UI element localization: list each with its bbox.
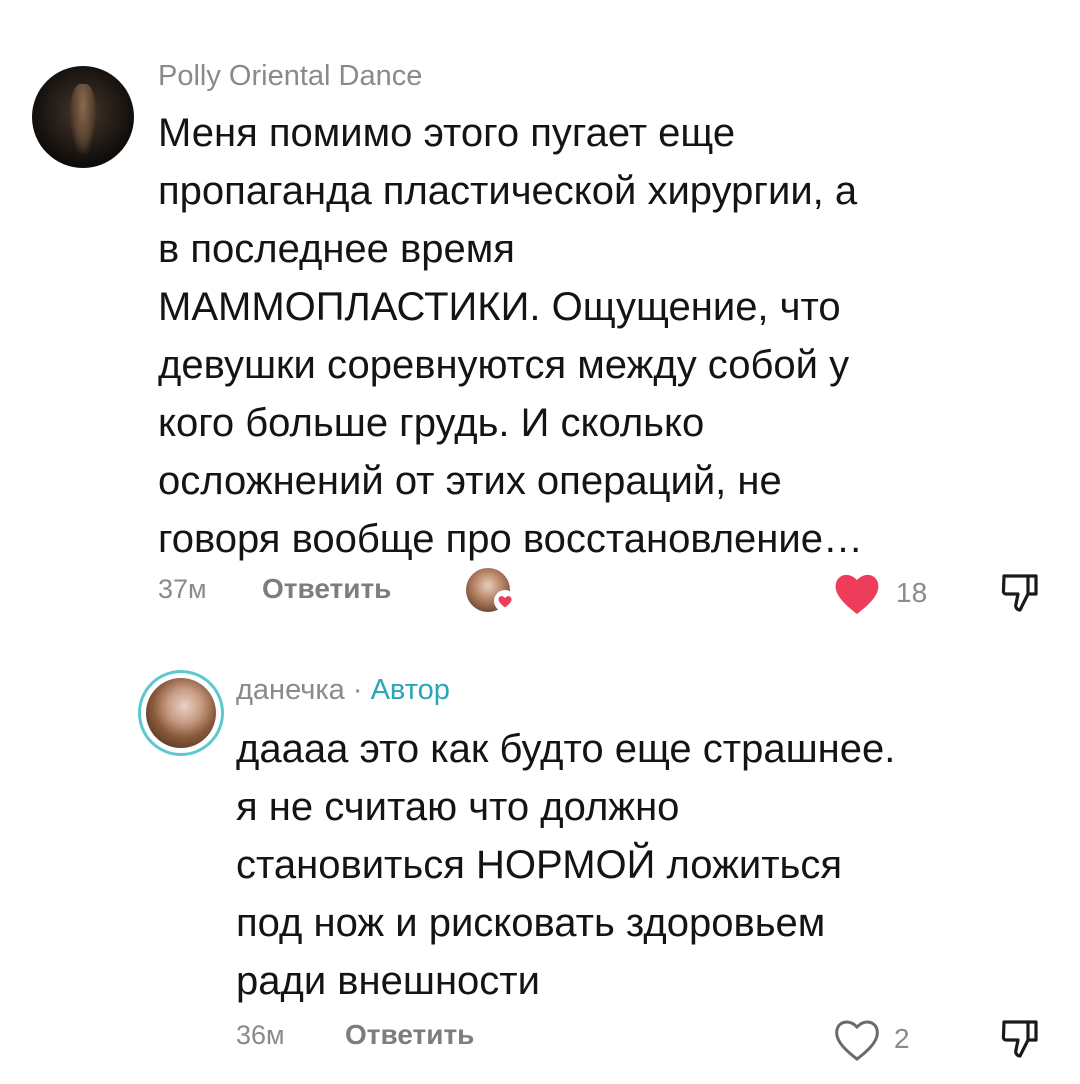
author-badge: Автор	[370, 674, 450, 706]
comment-time: 36м	[236, 1020, 285, 1050]
like-count: 2	[894, 1023, 910, 1054]
comment-time: 37м	[158, 574, 207, 604]
reply-button[interactable]: Ответить	[345, 1019, 474, 1051]
thumbs-down-icon[interactable]	[998, 572, 1042, 616]
like-button[interactable]: 2	[832, 1016, 910, 1062]
like-button[interactable]: 18	[832, 570, 927, 616]
dislike-button[interactable]	[998, 572, 1042, 621]
comment-author[interactable]: Polly Oriental Dance	[158, 60, 422, 93]
reply-button[interactable]: Ответить	[262, 573, 391, 605]
avatar-danechka[interactable]	[138, 670, 224, 756]
heart-icon[interactable]	[832, 1016, 882, 1062]
avatar-polly[interactable]	[32, 66, 134, 168]
comment-text: даааа это как будто еще страшнее. я не с…	[236, 727, 896, 1003]
heart-icon[interactable]	[832, 570, 882, 616]
author-name[interactable]: данечка	[236, 674, 345, 706]
thumbs-down-icon[interactable]	[998, 1018, 1042, 1062]
comment-author[interactable]: данечка · Автор	[236, 674, 450, 707]
author-name[interactable]: Polly Oriental Dance	[158, 60, 422, 92]
comment-text: Меня помимо этого пугает еще пропаганда …	[158, 111, 863, 561]
author-separator: ·	[352, 674, 363, 706]
comment-meta: 36м	[236, 1020, 285, 1051]
comment-meta: 37м	[158, 574, 207, 605]
heart-badge-icon	[494, 590, 516, 612]
like-count: 18	[896, 577, 928, 608]
dislike-button[interactable]	[998, 1018, 1042, 1067]
